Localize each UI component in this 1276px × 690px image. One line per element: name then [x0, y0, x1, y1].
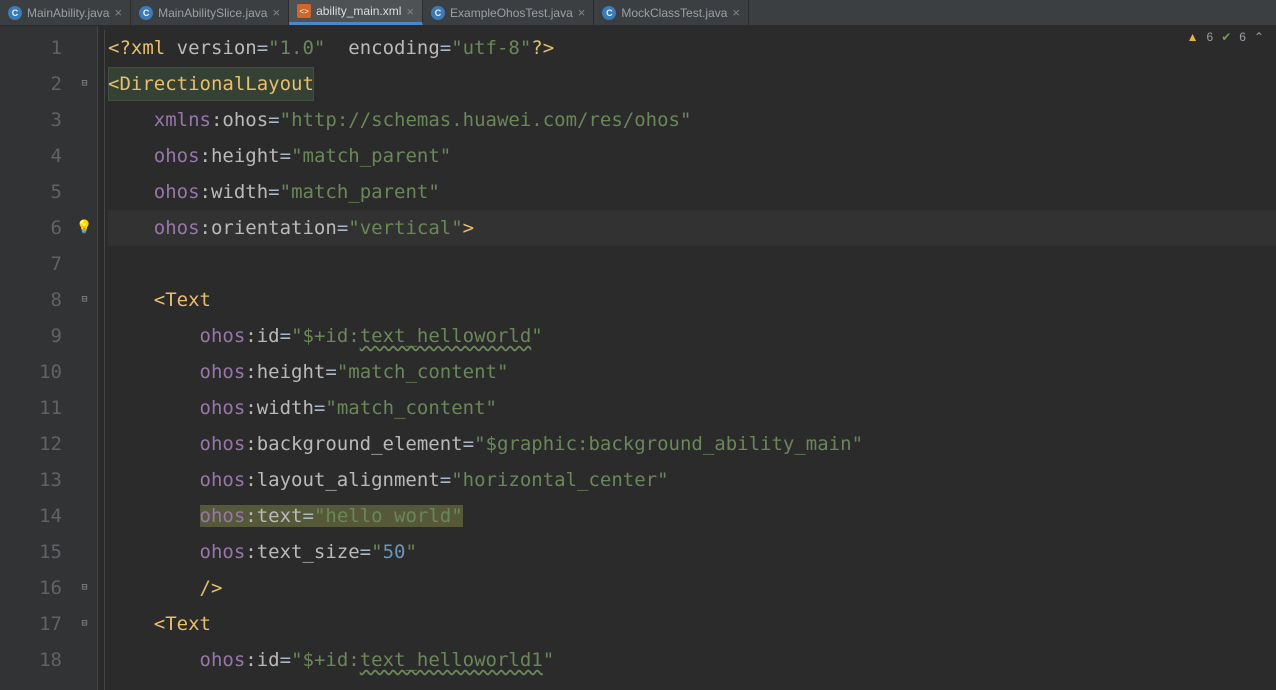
line-number: 6: [0, 210, 72, 246]
code-line[interactable]: ohos:orientation="vertical">: [108, 210, 1276, 246]
editor-pane: 123456789101112131415161718 ⊟💡⊟⊟⊟ ▲ 6 ✔ …: [0, 26, 1276, 690]
line-number: 3: [0, 102, 72, 138]
code-line[interactable]: [108, 246, 1276, 282]
code-area[interactable]: ▲ 6 ✔ 6 ⌃ <?xml version="1.0" encoding="…: [98, 26, 1276, 690]
gutter-mark: [72, 462, 97, 498]
gutter-mark: [72, 174, 97, 210]
tab-mainabilityslice-java[interactable]: C MainAbilitySlice.java ×: [131, 0, 289, 25]
indent-guide: [104, 30, 105, 690]
gutter-mark: [72, 246, 97, 282]
code-line[interactable]: ohos:height="match_content": [108, 354, 1276, 390]
code-line[interactable]: ohos:background_element="$graphic:backgr…: [108, 426, 1276, 462]
line-number: 14: [0, 498, 72, 534]
tab-mockclasstest-java[interactable]: C MockClassTest.java ×: [594, 0, 749, 25]
code-line[interactable]: />: [108, 570, 1276, 606]
line-number: 12: [0, 426, 72, 462]
gutter-mark: [72, 138, 97, 174]
line-number: 1: [0, 30, 72, 66]
line-number: 17: [0, 606, 72, 642]
fold-open-icon[interactable]: ⊟: [81, 66, 87, 102]
code-line[interactable]: <Text: [108, 282, 1276, 318]
tab-label: MainAbilitySlice.java: [158, 6, 267, 20]
line-number: 9: [0, 318, 72, 354]
code-line[interactable]: ohos:text_size="50": [108, 534, 1276, 570]
warning-icon: ▲: [1187, 30, 1199, 44]
line-number: 4: [0, 138, 72, 174]
code-line[interactable]: xmlns:ohos="http://schemas.huawei.com/re…: [108, 102, 1276, 138]
gutter-mark[interactable]: ⊟: [72, 606, 97, 642]
tab-label: ability_main.xml: [316, 4, 401, 18]
close-icon[interactable]: ×: [114, 6, 122, 19]
line-number: 13: [0, 462, 72, 498]
editor-tabs: C MainAbility.java × C MainAbilitySlice.java…: [0, 0, 1276, 26]
tab-label: ExampleOhosTest.java: [450, 6, 573, 20]
close-icon[interactable]: ×: [272, 6, 280, 19]
check-icon: ✔: [1221, 30, 1231, 44]
code-line[interactable]: ohos:id="$+id:text_helloworld": [108, 318, 1276, 354]
line-number: 16: [0, 570, 72, 606]
line-number-gutter: 123456789101112131415161718: [0, 26, 72, 690]
close-icon[interactable]: ×: [578, 6, 586, 19]
java-class-icon: C: [602, 6, 616, 20]
gutter-mark: [72, 102, 97, 138]
line-number: 8: [0, 282, 72, 318]
close-icon[interactable]: ×: [732, 6, 740, 19]
code-line[interactable]: ohos:width="match_content": [108, 390, 1276, 426]
gutter-mark: [72, 426, 97, 462]
code-line[interactable]: <?xml version="1.0" encoding="utf-8"?>: [108, 30, 1276, 66]
tab-exampleohostest-java[interactable]: C ExampleOhosTest.java ×: [423, 0, 594, 25]
xml-file-icon: <>: [297, 4, 311, 18]
code-line[interactable]: ohos:layout_alignment="horizontal_center…: [108, 462, 1276, 498]
selection-highlight: ohos:text="hello world": [200, 505, 463, 527]
line-number: 11: [0, 390, 72, 426]
code-line[interactable]: ohos:id="$+id:text_helloworld1": [108, 642, 1276, 678]
pass-count: 6: [1239, 30, 1246, 44]
line-number: 15: [0, 534, 72, 570]
code-line[interactable]: ohos:width="match_parent": [108, 174, 1276, 210]
gutter-mark[interactable]: 💡: [72, 210, 97, 246]
tab-ability_main-xml[interactable]: <> ability_main.xml ×: [289, 0, 423, 25]
line-number: 2: [0, 66, 72, 102]
java-class-icon: C: [431, 6, 445, 20]
java-class-icon: C: [8, 6, 22, 20]
close-icon[interactable]: ×: [406, 5, 414, 18]
tab-label: MainAbility.java: [27, 6, 109, 20]
gutter-mark[interactable]: ⊟: [72, 570, 97, 606]
gutter-mark: [72, 642, 97, 678]
line-number: 10: [0, 354, 72, 390]
code-line[interactable]: ohos:text="hello world": [108, 498, 1276, 534]
gutter-mark: [72, 318, 97, 354]
tab-mainability-java[interactable]: C MainAbility.java ×: [0, 0, 131, 25]
gutter-mark: [72, 354, 97, 390]
gutter-mark[interactable]: ⊟: [72, 66, 97, 102]
tab-label: MockClassTest.java: [621, 6, 727, 20]
gutter-mark: [72, 30, 97, 66]
warning-count: 6: [1207, 30, 1214, 44]
java-class-icon: C: [139, 6, 153, 20]
gutter-mark: [72, 534, 97, 570]
gutter-mark: [72, 390, 97, 426]
code-line[interactable]: <DirectionalLayout: [108, 66, 1276, 102]
fold-open-icon[interactable]: ⊟: [81, 282, 87, 318]
inspection-widget[interactable]: ▲ 6 ✔ 6 ⌃: [1187, 30, 1264, 44]
marks-gutter: ⊟💡⊟⊟⊟: [72, 26, 98, 690]
line-number: 18: [0, 642, 72, 678]
gutter-mark: [72, 498, 97, 534]
line-number: 7: [0, 246, 72, 282]
fold-close-icon[interactable]: ⊟: [81, 570, 87, 606]
code-line[interactable]: <Text: [108, 606, 1276, 642]
chevron-up-icon[interactable]: ⌃: [1254, 30, 1264, 44]
code-line[interactable]: ohos:height="match_parent": [108, 138, 1276, 174]
gutter-mark[interactable]: ⊟: [72, 282, 97, 318]
matched-tag-highlight: <DirectionalLayout: [108, 67, 314, 101]
intention-bulb-icon[interactable]: 💡: [76, 210, 92, 246]
fold-open-icon[interactable]: ⊟: [81, 606, 87, 642]
line-number: 5: [0, 174, 72, 210]
